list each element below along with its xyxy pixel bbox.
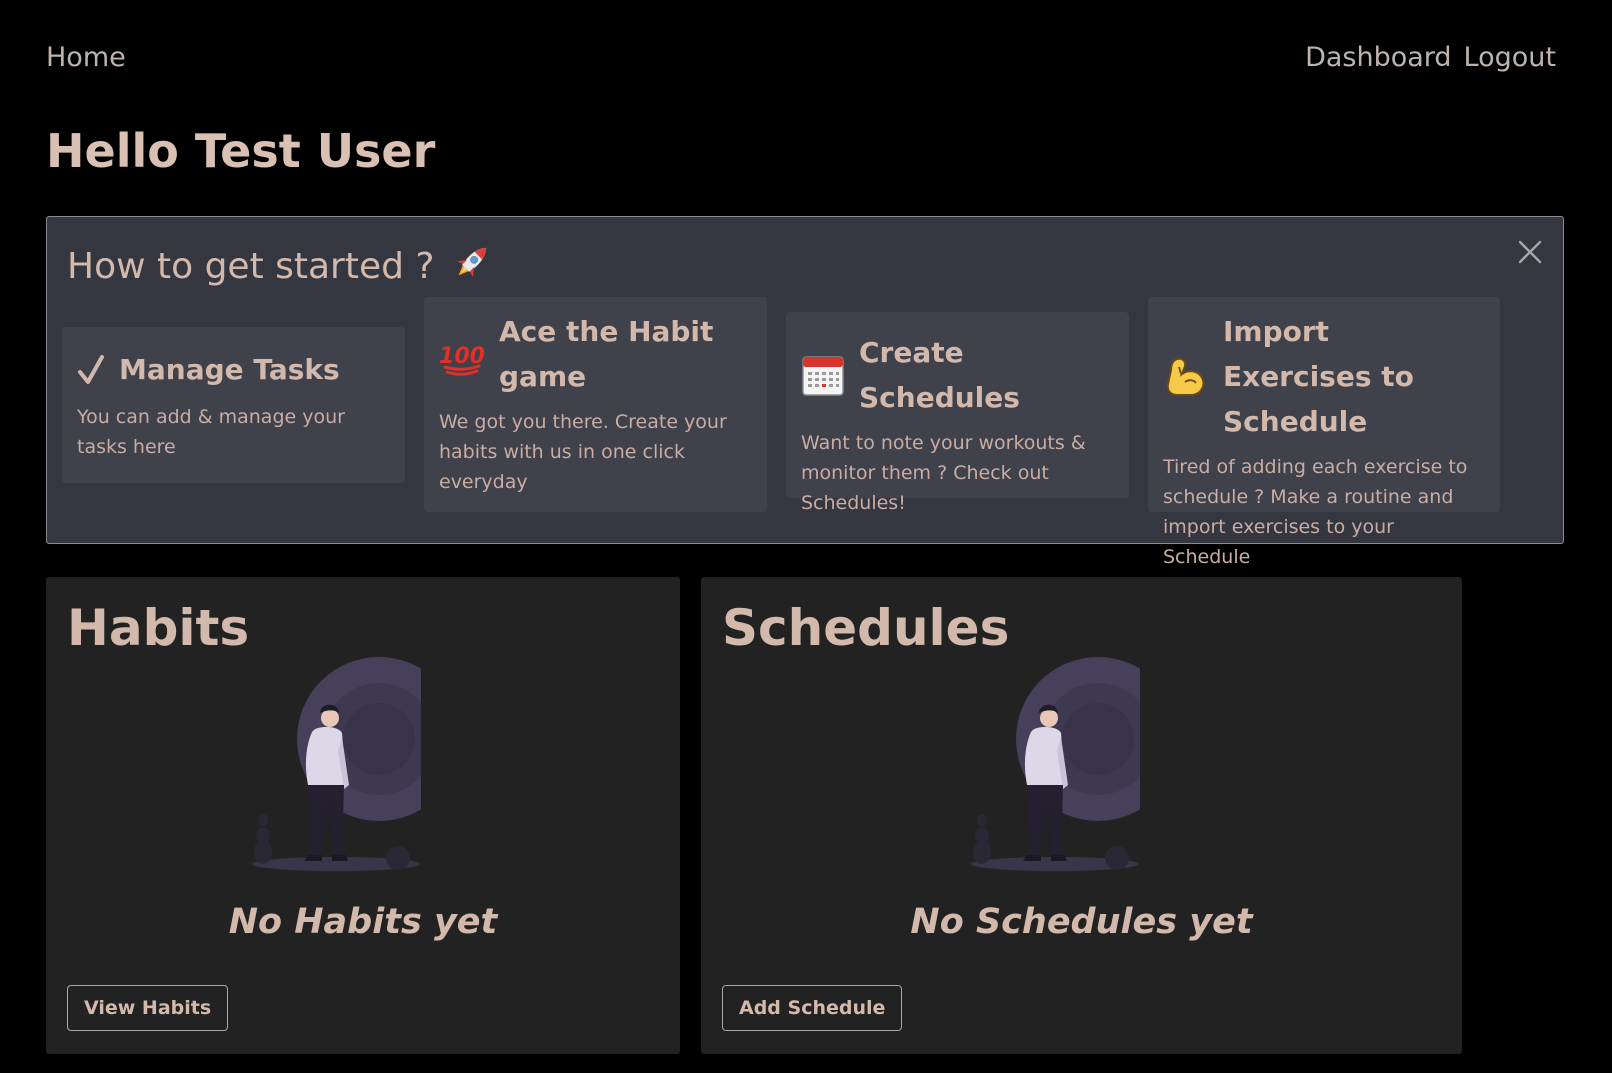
rocket-icon: [449, 239, 495, 294]
habits-title: Habits: [67, 599, 250, 657]
card-header: 100 Ace the Habit game: [439, 309, 752, 399]
calendar-icon: [801, 353, 845, 397]
card-header: Create Schedules: [801, 330, 1114, 420]
card-description: We got you there. Create your habits wit…: [439, 411, 727, 493]
greeting-heading: Hello Test User: [46, 124, 436, 178]
schedules-title: Schedules: [722, 599, 1010, 657]
card-create-schedules[interactable]: Create Schedules Want to note your worko…: [786, 312, 1129, 514]
nav-right-links: Dashboard Logout: [1305, 42, 1556, 73]
card-import-exercises[interactable]: Import Exercises to Schedule Tired of ad…: [1148, 297, 1500, 568]
checkmark-icon: [77, 354, 105, 386]
empty-state-illustration: [965, 655, 1180, 879]
get-started-title-text: How to get started ?: [67, 246, 435, 287]
card-title: Ace the Habit game: [499, 315, 714, 393]
top-nav: Home Dashboard Logout: [46, 42, 1566, 82]
card-description: Tired of adding each exercise to schedul…: [1163, 456, 1468, 568]
card-header: Manage Tasks: [77, 347, 390, 392]
schedules-empty-text: No Schedules yet: [910, 902, 1253, 942]
nav-logout-link[interactable]: Logout: [1464, 42, 1556, 73]
card-header: Import Exercises to Schedule: [1163, 309, 1485, 444]
card-title: Import Exercises to Schedule: [1223, 315, 1414, 438]
card-manage-tasks[interactable]: Manage Tasks You can add & manage your t…: [62, 327, 405, 483]
get-started-title: How to get started ?: [67, 239, 495, 294]
nav-home-link[interactable]: Home: [46, 42, 126, 73]
card-ace-habit[interactable]: 100 Ace the Habit game We got you there.…: [424, 297, 767, 512]
add-schedule-button[interactable]: Add Schedule: [722, 985, 903, 1031]
schedules-panel: Schedules No Schedules yet Add Schedule: [701, 577, 1462, 1054]
hundred-points-icon: 100: [439, 331, 485, 377]
empty-state-illustration: [246, 655, 461, 879]
card-description: You can add & manage your tasks here: [77, 406, 345, 458]
flexed-biceps-icon: [1163, 354, 1209, 400]
nav-dashboard-link[interactable]: Dashboard: [1305, 42, 1451, 73]
close-icon[interactable]: [1515, 237, 1545, 267]
habits-panel: Habits No Habits yet View Habits: [46, 577, 680, 1054]
card-title: Create Schedules: [859, 336, 1020, 414]
get-started-banner: How to get started ? Manage Tasks You ca…: [46, 216, 1564, 568]
card-description: Want to note your workouts & monitor the…: [801, 432, 1086, 514]
view-habits-button[interactable]: View Habits: [67, 985, 229, 1031]
card-title: Manage Tasks: [119, 353, 340, 386]
habits-empty-text: No Habits yet: [228, 902, 498, 942]
